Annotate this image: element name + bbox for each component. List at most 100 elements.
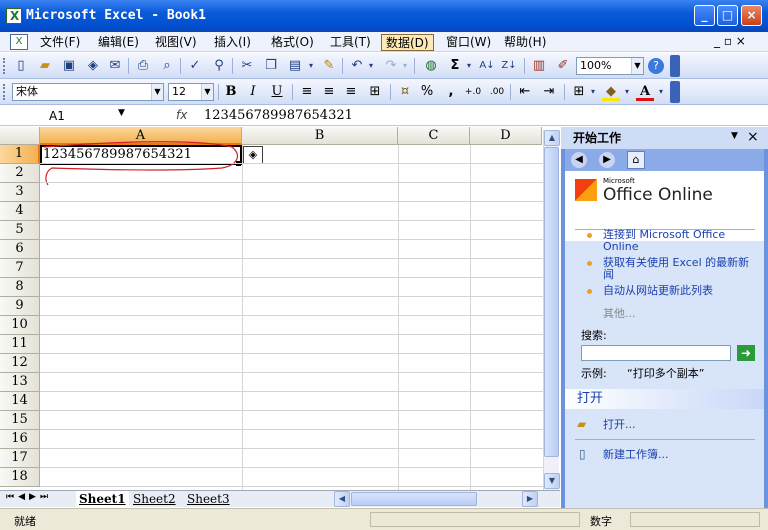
spelling-icon[interactable]: ✓ [186,57,204,75]
autosum-dropdown-icon[interactable]: ▾ [464,57,474,75]
task-pane-close-icon[interactable]: × [747,129,759,145]
menu-file[interactable]: 文件(F) [36,34,84,51]
copy-icon[interactable]: ❐ [262,57,280,75]
font-size-select[interactable]: 12 ▼ [168,83,214,101]
email-icon[interactable]: ✉ [106,57,124,75]
chevron-down-icon[interactable]: ▼ [118,108,125,118]
forward-icon[interactable]: ▶ [599,152,615,168]
paste-dropdown-icon[interactable]: ▾ [306,57,316,75]
chart-wizard-icon[interactable]: ▥ [530,57,548,75]
scroll-left-icon[interactable]: ◀ [334,491,350,507]
sort-ascending-icon[interactable]: A↓ [478,57,496,75]
link-latest-news[interactable]: 获取有关使用 Excel 的最新新闻 [603,257,759,281]
name-box[interactable]: A1 [4,107,124,125]
sheet-tab-1[interactable]: Sheet1 [76,491,129,507]
task-pane-menu-icon[interactable]: ▼ [731,131,738,141]
undo-icon[interactable]: ↶ [348,57,366,75]
zoom-select[interactable]: 100% ▼ [576,57,644,75]
drawing-icon[interactable]: ✐ [554,57,572,75]
row-header[interactable]: 17 [0,449,40,468]
toolbar-grip[interactable] [3,84,6,100]
maximize-button[interactable]: □ [717,5,738,26]
format-painter-icon[interactable]: ✎ [320,57,338,75]
fill-color-dropdown-icon[interactable]: ▾ [622,83,632,101]
link-connect-online[interactable]: 连接到 Microsoft Office Online [603,229,759,253]
row-header[interactable]: 12 [0,354,40,373]
row-header[interactable]: 18 [0,468,40,487]
document-window-controls[interactable]: _ ▫ × [714,34,746,48]
row-header[interactable]: 8 [0,278,40,297]
align-right-icon[interactable]: ≡ [342,83,360,101]
close-button[interactable]: × [741,5,762,26]
menu-insert[interactable]: 插入(I) [210,34,255,51]
menu-edit[interactable]: 编辑(E) [94,34,143,51]
open-icon[interactable]: ▰ [36,57,54,75]
row-header[interactable]: 9 [0,297,40,316]
hyperlink-icon[interactable]: ◍ [422,57,440,75]
fill-color-icon[interactable]: ◆ [602,83,620,101]
align-left-icon[interactable]: ≡ [298,83,316,101]
vertical-scrollbar[interactable]: ▲ ▼ [543,130,560,490]
borders-dropdown-icon[interactable]: ▾ [588,83,598,101]
font-color-dropdown-icon[interactable]: ▾ [656,83,666,101]
link-auto-update[interactable]: 自动从网站更新此列表 [603,285,759,297]
formula-input[interactable]: 123456789987654321 [204,107,353,125]
open-file-link[interactable]: 打开... [603,419,636,431]
increase-indent-icon[interactable]: ⇥ [540,83,558,101]
toolbar-grip[interactable] [3,58,6,74]
menu-format[interactable]: 格式(O) [267,34,318,51]
decrease-decimal-icon[interactable]: .00 [488,83,506,101]
row-header[interactable]: 2 [0,164,40,183]
row-header[interactable]: 15 [0,411,40,430]
new-workbook-link[interactable]: 新建工作簿... [603,449,669,461]
font-name-select[interactable]: 宋体 ▼ [12,83,164,101]
paste-icon[interactable]: ▤ [286,57,304,75]
menu-tools[interactable]: 工具(T) [326,34,375,51]
menu-view[interactable]: 视图(V) [151,34,201,51]
insert-function-button[interactable]: fx [176,108,187,122]
row-header[interactable]: 3 [0,183,40,202]
percent-button[interactable]: % [418,83,436,101]
new-icon[interactable]: ▯ [12,57,30,75]
scroll-up-icon[interactable]: ▲ [544,130,560,146]
row-header[interactable]: 14 [0,392,40,411]
sheet-tab-2[interactable]: Sheet2 [130,491,179,507]
row-header[interactable]: 7 [0,259,40,278]
scroll-right-icon[interactable]: ▶ [522,491,538,507]
comma-button[interactable]: , [442,83,460,101]
save-icon[interactable]: ▣ [60,57,78,75]
merge-center-icon[interactable]: ⊞ [366,83,384,101]
search-go-icon[interactable]: ➜ [737,345,755,361]
worksheet-grid[interactable]: A B C D 123456789987654321 ◈ 1 2 3 4 5 6 7 8 9 10… [0,127,560,491]
document-icon[interactable]: X [10,34,28,50]
row-header[interactable]: 16 [0,430,40,449]
menu-window[interactable]: 窗口(W) [442,34,495,51]
home-icon[interactable]: ⌂ [627,151,645,169]
italic-button[interactable]: I [244,83,262,101]
decrease-indent-icon[interactable]: ⇤ [516,83,534,101]
redo-dropdown-icon[interactable]: ▾ [400,57,410,75]
search-input[interactable] [581,345,731,361]
research-icon[interactable]: ⚲ [210,57,228,75]
permission-icon[interactable]: ◈ [84,57,102,75]
cut-icon[interactable]: ✂ [238,57,256,75]
print-icon[interactable]: ⎙ [134,57,152,75]
tab-scroll-icons[interactable]: ⏮◀▶⏭ [6,492,52,502]
help-icon[interactable]: ? [648,58,664,74]
currency-icon[interactable]: ¤ [396,83,414,101]
increase-decimal-icon[interactable]: +.0 [464,83,482,101]
row-header[interactable]: 1 [0,145,40,164]
minimize-button[interactable]: _ [694,5,715,26]
underline-button[interactable]: U [268,83,286,101]
autosum-icon[interactable]: Σ [446,57,464,75]
back-icon[interactable]: ◀ [571,152,587,168]
horizontal-scroll-thumb[interactable] [351,492,477,506]
menu-data[interactable]: 数据(D) [381,34,434,51]
bold-button[interactable]: B [222,83,240,101]
undo-dropdown-icon[interactable]: ▾ [366,57,376,75]
excel-app-icon[interactable] [6,8,22,24]
row-header[interactable]: 4 [0,202,40,221]
scroll-down-icon[interactable]: ▼ [544,473,560,489]
align-center-icon[interactable]: ≡ [320,83,338,101]
scroll-thumb[interactable] [544,147,559,457]
